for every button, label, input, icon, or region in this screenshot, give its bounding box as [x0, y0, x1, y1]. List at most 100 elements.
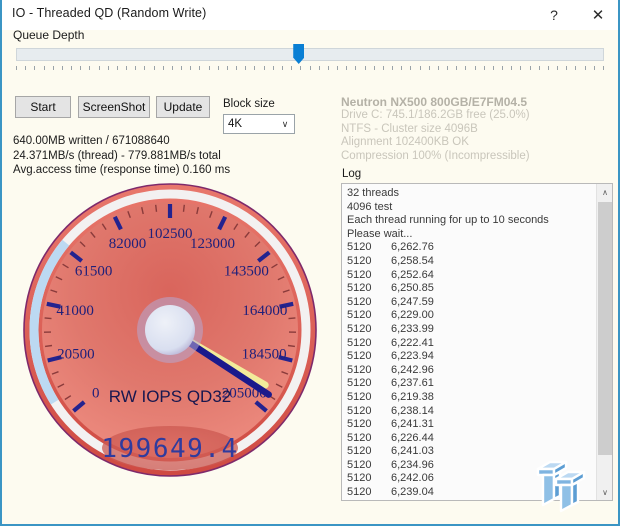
- log-row: 5120 6,219.38: [347, 391, 594, 405]
- log-cell-value: 6,247.59: [391, 295, 434, 308]
- log-cell-block: 5120: [347, 418, 372, 431]
- stats-block: 640.00MB written / 671088640 24.371MB/s …: [13, 134, 313, 178]
- log-row: 5120 6,222.41: [347, 337, 594, 351]
- block-size-label: Block size: [223, 98, 275, 110]
- log-cell-block: 5120: [347, 254, 372, 267]
- app-window: IO - Threaded QD (Random Write) ? ✕ Queu…: [0, 0, 620, 526]
- start-button[interactable]: Start: [15, 96, 71, 118]
- iops-gauge: 0 20500 41000 61500 82000 102500 123000 143500 1…: [20, 180, 320, 480]
- log-cell-value: 6,238.14: [391, 404, 434, 417]
- gauge-tick-label: 0: [92, 385, 100, 401]
- log-cell-block: 5120: [347, 404, 372, 417]
- log-cell-block: 5120: [347, 363, 372, 376]
- gauge-tick-label: 102500: [148, 226, 193, 242]
- log-label: Log: [342, 168, 362, 180]
- chevron-down-icon: ∨: [281, 118, 289, 129]
- log-scrollbar[interactable]: ∧ ∨: [596, 184, 612, 500]
- log-row: 5120 6,252.64: [347, 269, 594, 283]
- log-cell-block: 5120: [347, 431, 372, 444]
- log-cell-block: 5120: [347, 282, 372, 295]
- log-cell-value: 6,238.49: [391, 500, 434, 501]
- log-cell-value: 6,258.54: [391, 254, 434, 267]
- slider-thumb[interactable]: [293, 44, 305, 64]
- log-cell-block: 5120: [347, 322, 372, 335]
- log-row: 5120 6,258.54: [347, 255, 594, 269]
- block-size-select[interactable]: 4K ∨: [223, 114, 295, 134]
- log-cell-block: 5120: [347, 458, 372, 471]
- scroll-up-icon[interactable]: ∧: [597, 184, 612, 200]
- log-cell-value: 6,250.85: [391, 282, 434, 295]
- gauge-tick-label: 20500: [57, 347, 95, 363]
- log-cell-value: 6,223.94: [391, 350, 434, 363]
- log-cell-value: 6,229.00: [391, 309, 434, 322]
- log-cell-block: 5120: [347, 500, 391, 501]
- log-row: 5120 6,226.44: [347, 432, 594, 446]
- queue-depth-slider[interactable]: [16, 44, 604, 66]
- gauge-tick-label: 164000: [242, 303, 287, 319]
- tt-logo-icon: [536, 460, 586, 513]
- log-cell-block: 5120: [347, 390, 372, 403]
- scroll-down-icon[interactable]: ∨: [597, 484, 612, 500]
- log-cell-value: 6,234.96: [391, 458, 434, 471]
- drive-filesystem: NTFS - Cluster size 4096B: [341, 122, 478, 135]
- gauge-tick-label: 61500: [75, 263, 113, 279]
- queue-depth-label: Queue Depth: [13, 28, 85, 42]
- log-cell-value: 6,241.03: [391, 445, 434, 458]
- log-cell-value: 6,233.99: [391, 322, 434, 335]
- log-row: 5120 6,242.96: [347, 364, 594, 378]
- scrollbar-thumb[interactable]: [598, 202, 612, 455]
- log-content: 32 threads 4096 test Each thread running f…: [347, 187, 594, 501]
- log-row: 5120 6,229.00: [347, 309, 594, 323]
- drive-compression: Compression 100% (Incompressible): [341, 149, 530, 162]
- log-cell-block: 5120: [347, 268, 372, 281]
- log-line: 32 threads: [347, 187, 399, 199]
- log-row: 5120 6,237.61: [347, 377, 594, 391]
- gauge-tick-label: 184500: [242, 347, 287, 363]
- close-button[interactable]: ✕: [576, 0, 618, 30]
- log-cell-block: 5120: [347, 445, 372, 458]
- log-cell-value: 6,242.06: [391, 472, 434, 485]
- log-cell-block: 5120: [347, 309, 372, 322]
- log-cell-value: 6,262.76: [391, 241, 434, 254]
- log-row: 5120 6,250.85: [347, 282, 594, 296]
- log-row: 5120 6,223.94: [347, 350, 594, 364]
- gauge-tick-label: 123000: [190, 236, 235, 252]
- slider-tick-marks: [16, 66, 604, 72]
- log-cell-value: 6,252.64: [391, 268, 434, 281]
- log-cell-block: 5120: [347, 472, 372, 485]
- help-button[interactable]: ?: [532, 0, 576, 30]
- slider-track[interactable]: [16, 48, 604, 61]
- log-line: Please wait...: [347, 227, 413, 240]
- log-cell-value: 6,239.04: [391, 486, 434, 499]
- log-row: 5120 6,247.59: [347, 296, 594, 310]
- log-row: 5120 6,233.99: [347, 323, 594, 337]
- log-cell-value: 6,226.44: [391, 431, 434, 444]
- log-row: 5120 6,262.76: [347, 241, 594, 255]
- title-bar: IO - Threaded QD (Random Write) ? ✕: [2, 0, 618, 30]
- log-cell-value: 6,222.41: [391, 336, 434, 349]
- log-panel[interactable]: 32 threads 4096 test Each thread running f…: [341, 183, 613, 501]
- log-cell-block: 5120: [347, 295, 372, 308]
- log-cell-value: 6,219.38: [391, 390, 434, 403]
- drive-capacity: Drive C: 745.1/186.2GB free (25.0%): [341, 109, 530, 121]
- log-cell-block: 5120: [347, 241, 372, 254]
- screenshot-button[interactable]: ScreenShot: [78, 96, 150, 118]
- log-row: 5120 6,238.14: [347, 405, 594, 419]
- log-line: 4096 test: [347, 200, 393, 213]
- log-cell-value: 6,241.31: [391, 418, 434, 431]
- block-size-value: 4K: [228, 118, 243, 130]
- gauge-caption: RW IOPS QD32: [109, 387, 232, 406]
- log-line: Each thread running for up to 10 seconds: [347, 214, 549, 227]
- gauge-svg: 0 20500 41000 61500 82000102500123000 143500 1…: [23, 183, 317, 477]
- drive-info-block: Neutron NX500 800GB/E7FM04.5 Drive C: 74…: [341, 95, 616, 163]
- stat-access-time: Avg.access time (response time) 0.160 ms: [13, 164, 231, 176]
- log-cell-block: 5120: [347, 377, 372, 390]
- gauge-tick-label: 82000: [109, 236, 147, 252]
- update-button[interactable]: Update: [156, 96, 210, 118]
- log-cell-value: 6,242.96: [391, 363, 434, 376]
- stat-written: 640.00MB written / 671088640: [13, 135, 170, 147]
- tt-logo-watermark: [532, 455, 592, 513]
- log-cell-block: 5120: [347, 486, 372, 499]
- log-cell-block: 5120: [347, 336, 372, 349]
- drive-model: Neutron NX500 800GB/E7FM04.5: [341, 95, 528, 109]
